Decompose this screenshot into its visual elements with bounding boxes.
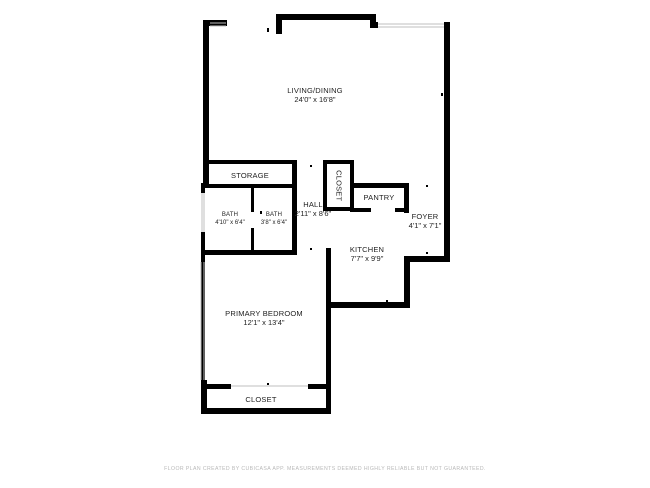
room-name: CLOSET [334,170,344,202]
wall [326,302,410,308]
room-dims: 4'10" x 6'4" [215,219,245,226]
footer-disclaimer: FLOOR PLAN CREATED BY CUBICASA APP. MEAS… [164,466,486,472]
living-dining-label: LIVING/DINING 24'0" x 16'8" [270,86,360,105]
room-name: HALL [303,200,323,209]
bath-label-2: BATH 3'8" x 6'4" [255,212,293,227]
foyer-label: FOYER 4'1" x 7'1" [403,212,447,231]
wall [370,22,378,28]
pantry-label: PANTRY [356,193,402,202]
room-name: LIVING/DINING [287,86,343,95]
door-mark [310,248,312,250]
kitchen-label: KITCHEN 7'7" x 9'9" [342,245,392,264]
wall [203,160,294,164]
wall [251,228,254,254]
room-name: FOYER [411,212,439,221]
wall [308,384,330,389]
hall-closet-label: CLOSET [334,161,344,211]
wall [350,208,371,212]
wall [407,256,450,262]
room-name: BATH [221,212,239,218]
wall [326,248,331,414]
primary-bedroom-label: PRIMARY BEDROOM 12'1" x 13'4" [218,309,310,328]
room-dims: 12'1" x 13'4" [243,318,285,328]
floor-plan [200,14,450,414]
door-mark [386,300,388,302]
door-mark [405,258,407,260]
wall [203,184,294,188]
door-mark [426,185,428,187]
door-mark [267,28,269,32]
door-mark [267,383,269,385]
door-mark [441,93,443,96]
storage-label: STORAGE [215,171,285,180]
bedroom-closet-label: CLOSET [236,395,286,404]
wall [350,183,409,188]
wall [203,250,297,255]
room-name: STORAGE [231,171,269,180]
door-mark [268,251,270,253]
door-mark [310,165,312,167]
door-mark [426,252,428,254]
room-dims: 4'1" x 7'1" [408,221,442,231]
room-dims: 7'7" x 9'9" [350,254,384,264]
wall [404,256,410,308]
door-mark [226,386,228,388]
room-name: BATH [265,212,283,218]
room-name: CLOSET [245,395,277,404]
room-dims: 24'0" x 16'8" [294,95,336,105]
wall [201,408,331,414]
room-dims: 2'11" x 8'6" [294,209,332,219]
room-name: PANTRY [363,193,395,202]
hall-label: HALL 2'11" x 8'6" [290,200,336,219]
wall [251,186,254,212]
room-name: PRIMARY BEDROOM [225,309,303,318]
wall [276,14,376,20]
bath-label-1: BATH 4'10" x 6'4" [208,212,252,227]
room-name: KITCHEN [349,245,385,254]
room-dims: 3'8" x 6'4" [260,219,288,226]
